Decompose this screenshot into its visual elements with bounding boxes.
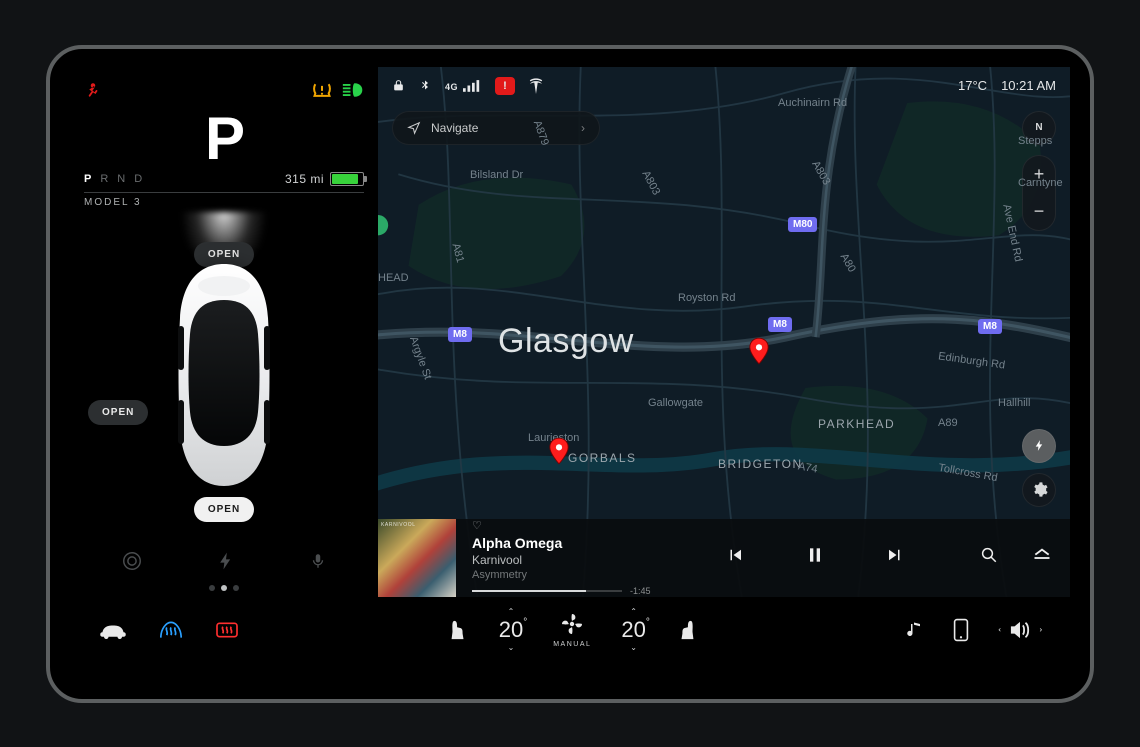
- prev-track-button[interactable]: [725, 546, 745, 569]
- media-player-bar: ♡ Alpha Omega Karnivool Asymmetry -1:45: [378, 519, 1070, 597]
- chargeport-open-button[interactable]: OPEN: [88, 400, 148, 425]
- battery-icon: [330, 172, 364, 186]
- map-pin[interactable]: [748, 337, 770, 365]
- page-dots[interactable]: [84, 585, 364, 591]
- track-artist: Karnivool: [472, 553, 651, 567]
- map-panel[interactable]: 4G ! 17°C 10:21 AM Navigate › N + −: [378, 67, 1070, 597]
- zoom-control: + −: [1022, 155, 1056, 231]
- temp-up-icon[interactable]: ⌃: [630, 609, 637, 615]
- range-value: 315 mi: [285, 172, 324, 186]
- fan-button[interactable]: MANUAL: [553, 612, 591, 648]
- temp-down-icon[interactable]: ⌄: [630, 645, 637, 651]
- zoom-out-button[interactable]: −: [1034, 202, 1045, 220]
- expand-player-button[interactable]: [1032, 546, 1052, 569]
- superchargers-button[interactable]: [1022, 429, 1056, 463]
- tpms-icon: [312, 81, 332, 99]
- voice-shortcut[interactable]: [309, 550, 327, 577]
- camera-shortcut[interactable]: [121, 550, 143, 577]
- track-album: Asymmetry: [472, 569, 651, 581]
- outside-temp: 17°C: [958, 78, 987, 93]
- front-defrost-button[interactable]: [158, 619, 184, 641]
- phone-app-button[interactable]: [953, 618, 969, 642]
- cell-signal: 4G: [445, 79, 481, 92]
- gear-R: R: [100, 173, 111, 185]
- warning-badge[interactable]: !: [495, 77, 515, 95]
- seatbelt-icon: [84, 81, 102, 99]
- track-title: Alpha Omega: [472, 535, 651, 551]
- seat-heater-left-button[interactable]: [447, 618, 469, 642]
- navigate-button[interactable]: Navigate ›: [392, 111, 600, 145]
- gear-selector-row: PRND 315 mi: [84, 172, 364, 186]
- favorite-icon[interactable]: ♡: [472, 519, 651, 532]
- gear-N: N: [117, 173, 128, 185]
- next-track-button[interactable]: [885, 546, 905, 569]
- car-controls-button[interactable]: [98, 621, 128, 639]
- navigate-label: Navigate: [431, 121, 478, 135]
- headlight-icon: [342, 81, 364, 99]
- tesla-logo-icon[interactable]: [529, 78, 543, 94]
- lock-icon[interactable]: [392, 78, 405, 93]
- bottom-dock: ⌃ 20° ⌄ MANUAL ⌃ 20° ⌄ ⌃ ⌃: [70, 597, 1070, 663]
- model-label: MODEL 3: [84, 197, 364, 208]
- time-remaining: -1:45: [630, 586, 651, 596]
- map-settings-button[interactable]: [1022, 473, 1056, 507]
- map-canvas[interactable]: [378, 67, 1070, 597]
- clock: 10:21 AM: [1001, 78, 1056, 93]
- compass-button[interactable]: N: [1022, 111, 1056, 145]
- car-status-panel: P PRND 315 mi MODEL 3 OPEN: [70, 67, 378, 597]
- progress-bar[interactable]: [472, 590, 622, 592]
- temp-down-icon[interactable]: ⌄: [508, 645, 515, 651]
- temp-up-icon[interactable]: ⌃: [508, 609, 515, 615]
- driver-temp-control[interactable]: ⌃ 20° ⌄: [499, 609, 523, 650]
- map-pin[interactable]: [548, 437, 570, 465]
- passenger-temp-control[interactable]: ⌃ 20° ⌄: [621, 609, 645, 650]
- gear-D: D: [134, 173, 145, 185]
- play-pause-button[interactable]: [805, 545, 825, 570]
- search-music-button[interactable]: [980, 546, 998, 569]
- gear-P: P: [84, 173, 94, 185]
- trunk-open-button[interactable]: OPEN: [194, 497, 254, 522]
- album-art[interactable]: [378, 519, 456, 597]
- bluetooth-icon[interactable]: [419, 78, 431, 93]
- gear-indicator-large: P: [84, 107, 364, 170]
- status-bar: 4G ! 17°C 10:21 AM: [378, 73, 1070, 99]
- seat-heater-right-button[interactable]: [676, 618, 698, 642]
- fan-mode-label: MANUAL: [553, 641, 591, 648]
- volume-button[interactable]: ⌃ ⌃: [999, 620, 1042, 640]
- chevron-right-icon: ›: [581, 121, 585, 135]
- charging-shortcut[interactable]: [216, 550, 236, 577]
- music-app-button[interactable]: [905, 619, 923, 641]
- rear-defrost-button[interactable]: [214, 620, 240, 640]
- zoom-in-button[interactable]: +: [1034, 165, 1045, 183]
- car-topdown: [164, 260, 284, 490]
